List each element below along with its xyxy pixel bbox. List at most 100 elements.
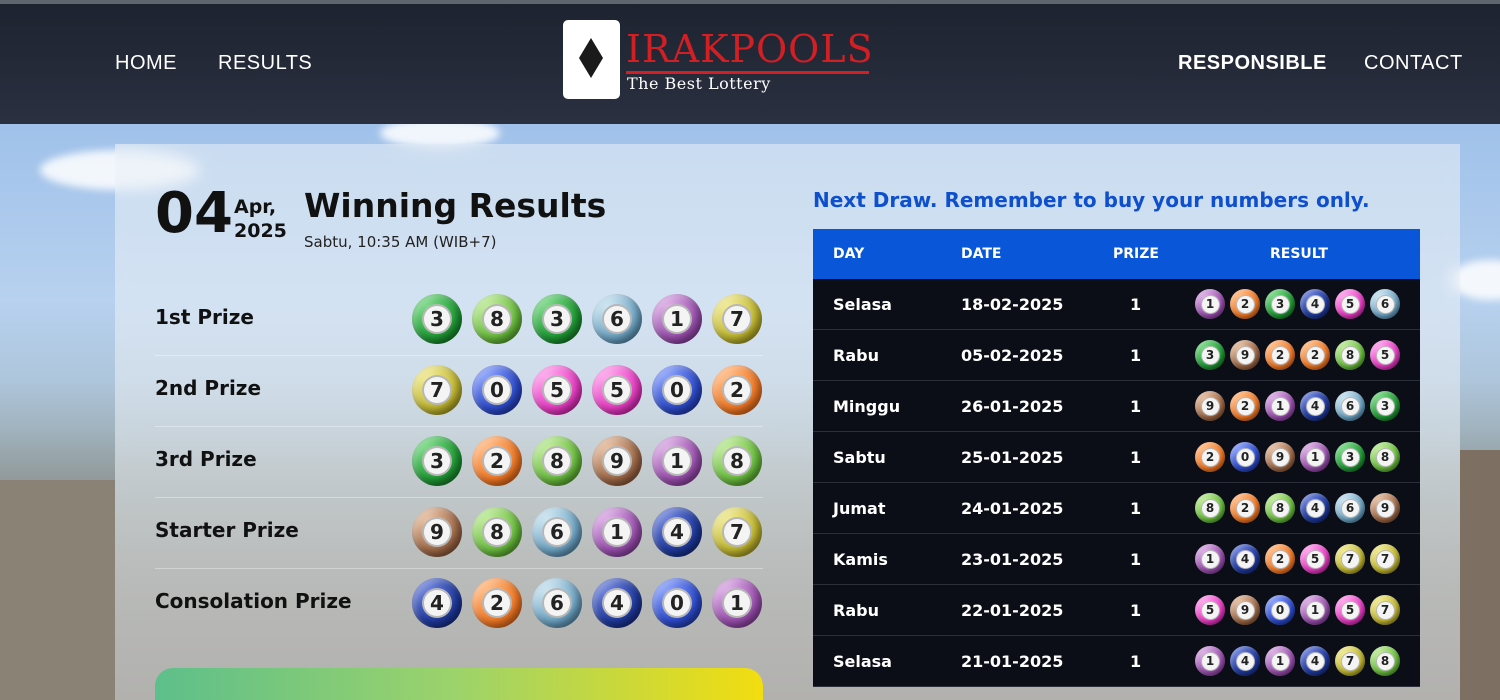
cell-prize: 1 bbox=[1130, 499, 1142, 518]
cell-date: 26-01-2025 bbox=[961, 397, 1064, 416]
lottery-ball: 7 bbox=[1335, 544, 1365, 574]
lottery-ball: 8 bbox=[1195, 493, 1225, 523]
nav-contact-link[interactable]: CONTACT bbox=[1364, 52, 1463, 75]
lottery-ball: 6 bbox=[1335, 391, 1365, 421]
ball-number: 2 bbox=[1235, 294, 1255, 314]
ball-number: 3 bbox=[422, 304, 452, 334]
cell-prize: 1 bbox=[1130, 550, 1142, 569]
ball-number: 4 bbox=[1305, 498, 1325, 518]
row-divider bbox=[155, 355, 763, 356]
background-buildings-right bbox=[1460, 450, 1500, 700]
lottery-ball: 9 bbox=[1265, 442, 1295, 472]
ball-number: 4 bbox=[422, 588, 452, 618]
draw-month: Apr, bbox=[234, 196, 277, 218]
lottery-ball: 3 bbox=[412, 294, 462, 344]
ball-number: 8 bbox=[1200, 498, 1220, 518]
lottery-ball: 9 bbox=[412, 507, 462, 557]
lottery-ball: 1 bbox=[1195, 289, 1225, 319]
ball-number: 1 bbox=[1270, 396, 1290, 416]
ball-number: 9 bbox=[422, 517, 452, 547]
cell-result: 921463 bbox=[1195, 391, 1400, 421]
ball-number: 7 bbox=[422, 375, 452, 405]
ball-number: 1 bbox=[1200, 651, 1220, 671]
cell-day: Selasa bbox=[833, 295, 892, 314]
cell-prize: 1 bbox=[1130, 295, 1142, 314]
ball-number: 4 bbox=[662, 517, 692, 547]
ball-number: 2 bbox=[1305, 345, 1325, 365]
lottery-ball: 6 bbox=[532, 507, 582, 557]
prize-row: 2nd Prize 7 0 5 5 0 2 bbox=[155, 355, 763, 427]
lottery-ball: 4 bbox=[412, 578, 462, 628]
column-header-prize: PRIZE bbox=[1113, 246, 1159, 262]
ball-number: 3 bbox=[422, 446, 452, 476]
cell-date: 18-02-2025 bbox=[961, 295, 1064, 314]
lottery-ball: 6 bbox=[592, 294, 642, 344]
lottery-ball: 8 bbox=[472, 294, 522, 344]
winning-results-title: Winning Results bbox=[304, 186, 607, 225]
ball-number: 3 bbox=[1375, 396, 1395, 416]
lottery-ball: 2 bbox=[1230, 493, 1260, 523]
nav-home-link[interactable]: HOME bbox=[115, 52, 177, 75]
ball-number: 6 bbox=[542, 517, 572, 547]
prize-row: Consolation Prize 4 2 6 4 0 1 bbox=[155, 568, 763, 640]
ball-number: 5 bbox=[1305, 549, 1325, 569]
ball-number: 8 bbox=[722, 446, 752, 476]
lottery-ball: 1 bbox=[1300, 595, 1330, 625]
promo-banner bbox=[155, 668, 763, 700]
lottery-ball: 4 bbox=[592, 578, 642, 628]
ball-number: 9 bbox=[1375, 498, 1395, 518]
ball-number: 9 bbox=[1200, 396, 1220, 416]
lottery-ball: 8 bbox=[712, 436, 762, 486]
lottery-ball: 1 bbox=[1300, 442, 1330, 472]
lottery-ball: 8 bbox=[472, 507, 522, 557]
table-row: Kamis 23-01-2025 1 1 4 2 5 7 7 bbox=[813, 534, 1420, 585]
ball-number: 3 bbox=[542, 304, 572, 334]
lottery-ball: 2 bbox=[1195, 442, 1225, 472]
ball-number: 4 bbox=[1305, 396, 1325, 416]
lottery-ball: 4 bbox=[1300, 646, 1330, 676]
lottery-ball: 0 bbox=[652, 365, 702, 415]
ball-number: 1 bbox=[1305, 600, 1325, 620]
lottery-ball: 7 bbox=[1370, 595, 1400, 625]
lottery-ball: 0 bbox=[1265, 595, 1295, 625]
ball-number: 5 bbox=[1375, 345, 1395, 365]
cell-prize: 1 bbox=[1130, 448, 1142, 467]
table-row: Minggu 26-01-2025 1 9 2 1 4 6 3 bbox=[813, 381, 1420, 432]
cell-date: 24-01-2025 bbox=[961, 499, 1064, 518]
ball-number: 4 bbox=[1235, 651, 1255, 671]
lottery-ball: 8 bbox=[532, 436, 582, 486]
results-table-header: DAY DATE PRIZE RESULT bbox=[813, 229, 1420, 279]
lottery-ball: 9 bbox=[1195, 391, 1225, 421]
nav-responsible-link[interactable]: RESPONSIBLE bbox=[1178, 52, 1327, 75]
lottery-ball: 7 bbox=[1335, 646, 1365, 676]
cell-date: 21-01-2025 bbox=[961, 652, 1064, 671]
ball-number: 2 bbox=[1235, 396, 1255, 416]
lottery-ball: 5 bbox=[592, 365, 642, 415]
lottery-ball: 9 bbox=[1230, 595, 1260, 625]
prize-row: 3rd Prize 3 2 8 9 1 8 bbox=[155, 426, 763, 498]
lottery-ball: 2 bbox=[472, 578, 522, 628]
cell-result: 828469 bbox=[1195, 493, 1400, 523]
cell-result: 392285 bbox=[1195, 340, 1400, 370]
cell-result: 123456 bbox=[1195, 289, 1400, 319]
lottery-ball: 3 bbox=[1265, 289, 1295, 319]
nav-results-link[interactable]: RESULTS bbox=[218, 52, 312, 75]
lottery-ball: 8 bbox=[1370, 646, 1400, 676]
results-table: DAY DATE PRIZE RESULT Selasa 18-02-2025 1 1… bbox=[813, 229, 1420, 687]
lottery-ball: 8 bbox=[1370, 442, 1400, 472]
cell-day: Sabtu bbox=[833, 448, 886, 467]
ball-number: 0 bbox=[662, 588, 692, 618]
ball-number: 3 bbox=[1200, 345, 1220, 365]
table-row: Rabu 05-02-2025 1 3 9 2 2 8 5 bbox=[813, 330, 1420, 381]
cell-prize: 1 bbox=[1130, 652, 1142, 671]
draw-day: 04 bbox=[155, 181, 233, 246]
prize-row: 1st Prize 3 8 3 6 1 7 bbox=[155, 285, 763, 356]
ball-number: 6 bbox=[542, 588, 572, 618]
lottery-ball: 0 bbox=[472, 365, 522, 415]
ball-number: 8 bbox=[1375, 447, 1395, 467]
lottery-ball: 4 bbox=[1300, 493, 1330, 523]
lottery-ball: 0 bbox=[652, 578, 702, 628]
ball-number: 5 bbox=[1200, 600, 1220, 620]
ball-number: 1 bbox=[1305, 447, 1325, 467]
ball-number: 9 bbox=[602, 446, 632, 476]
